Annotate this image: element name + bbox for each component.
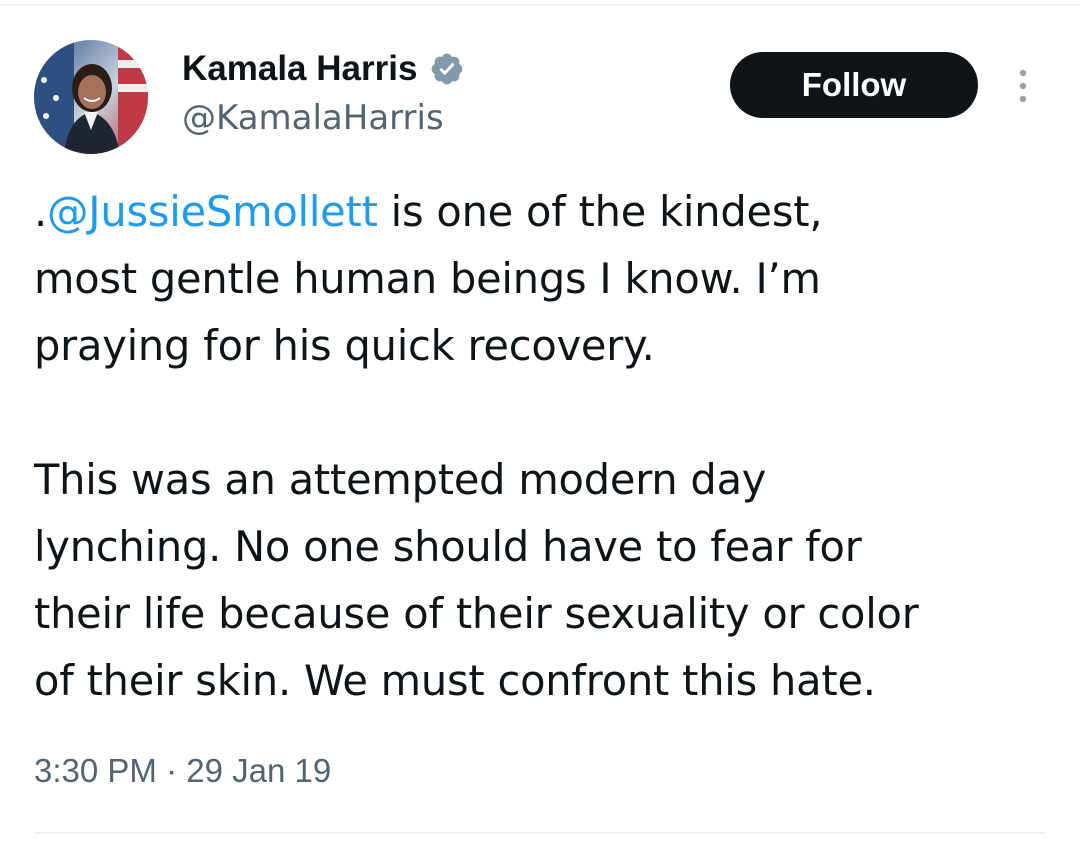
verified-badge-icon[interactable] bbox=[429, 51, 465, 87]
avatar-image bbox=[34, 40, 148, 154]
top-divider bbox=[0, 4, 1080, 6]
separator-dot: · bbox=[166, 752, 178, 789]
tweet-text: .@JussieSmollett is one of the kindest, … bbox=[34, 178, 1054, 714]
tweet-time[interactable]: 3:30 PM bbox=[34, 752, 157, 789]
avatar[interactable] bbox=[34, 40, 148, 154]
tweet-body: is one of the kindest, most gentle human… bbox=[34, 187, 919, 705]
tweet-text-prefix: . bbox=[34, 187, 47, 236]
mention-link[interactable]: @JussieSmollett bbox=[47, 187, 378, 236]
follow-button[interactable]: Follow bbox=[730, 52, 978, 118]
name-row: Kamala Harris bbox=[182, 48, 465, 90]
timestamp-row: 3:30 PM · 29 Jan 19 bbox=[34, 752, 331, 790]
bottom-divider bbox=[34, 832, 1046, 834]
author-info: Kamala Harris @KamalaHarris bbox=[182, 48, 465, 138]
more-vertical-icon[interactable] bbox=[1008, 66, 1038, 106]
tweet-header: Kamala Harris @KamalaHarris Follow bbox=[34, 40, 1044, 156]
display-name[interactable]: Kamala Harris bbox=[182, 49, 417, 89]
tweet-date[interactable]: 29 Jan 19 bbox=[186, 752, 331, 789]
handle[interactable]: @KamalaHarris bbox=[182, 98, 465, 138]
